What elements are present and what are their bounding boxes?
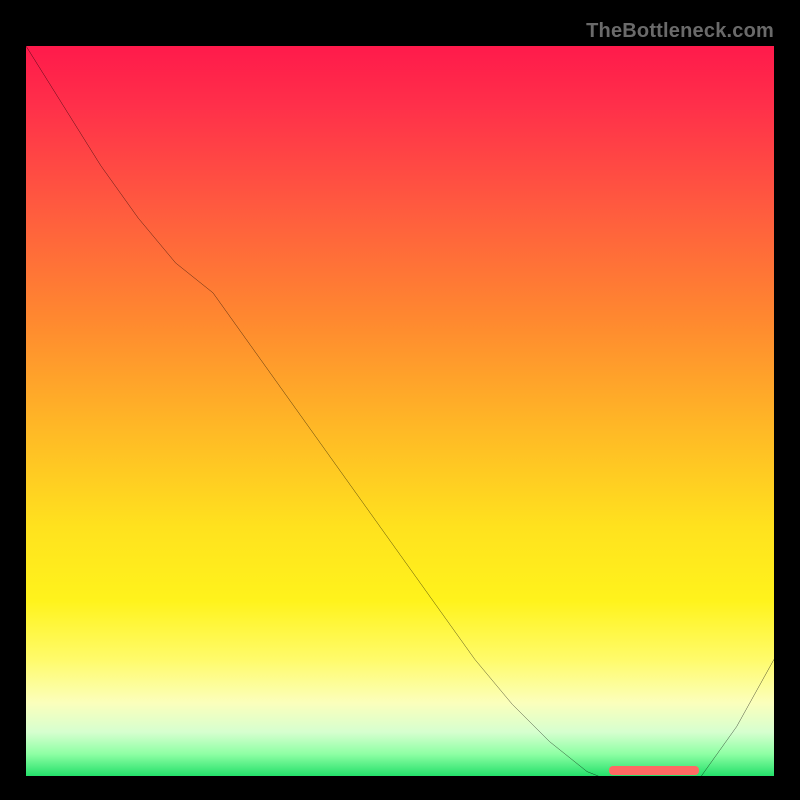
curve-path (26, 46, 774, 794)
chart-frame: TheBottleneck.com (20, 20, 780, 780)
watermark-text: TheBottleneck.com (586, 20, 774, 43)
optimal-range-marker (609, 766, 699, 775)
plot-area (26, 46, 774, 776)
bottleneck-curve (26, 46, 774, 794)
